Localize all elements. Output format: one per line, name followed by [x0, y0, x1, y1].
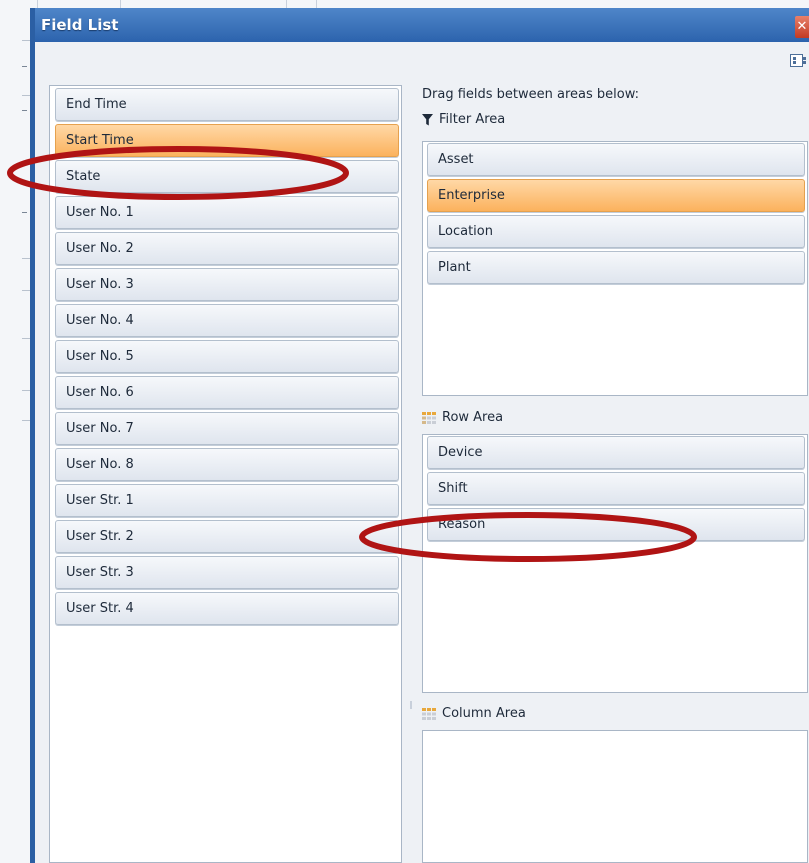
- column-area-box[interactable]: [422, 730, 808, 863]
- title-bar[interactable]: Field List ✕: [35, 8, 809, 42]
- column-area-header: Column Area: [422, 706, 526, 721]
- filter-field-plant[interactable]: Plant: [427, 251, 805, 284]
- row-area-label: Row Area: [442, 410, 504, 425]
- field-list-dialog: Field List ✕ End Time Start Time State User…: [30, 8, 809, 863]
- field-item-user-no-8[interactable]: User No. 8: [55, 448, 399, 481]
- field-item-start-time[interactable]: Start Time: [55, 124, 399, 157]
- row-area-box[interactable]: Device Shift Reason: [422, 434, 808, 693]
- background-top-strip: [38, 0, 809, 8]
- background-tick: [22, 66, 27, 67]
- filter-area-label: Filter Area: [439, 112, 506, 127]
- filter-field-asset[interactable]: Asset: [427, 143, 805, 176]
- background-separator: [316, 0, 317, 8]
- background-separator: [120, 0, 121, 8]
- filter-area-header: Filter Area: [422, 112, 505, 127]
- field-item-state[interactable]: State: [55, 160, 399, 193]
- field-list-panel[interactable]: End Time Start Time State User No. 1 User No…: [49, 85, 402, 863]
- close-button[interactable]: ✕: [795, 16, 809, 38]
- layout-toggle-icon[interactable]: [790, 54, 806, 67]
- funnel-icon: [422, 113, 433, 125]
- field-item-user-no-5[interactable]: User No. 5: [55, 340, 399, 373]
- row-field-device[interactable]: Device: [427, 436, 805, 469]
- filter-field-enterprise[interactable]: Enterprise: [427, 179, 805, 212]
- row-field-shift[interactable]: Shift: [427, 472, 805, 505]
- background-tick: [22, 212, 27, 213]
- row-field-reason[interactable]: Reason: [427, 508, 805, 541]
- row-area-header: Row Area: [422, 410, 503, 425]
- filter-field-location[interactable]: Location: [427, 215, 805, 248]
- column-area-label: Column Area: [442, 706, 526, 721]
- field-item-user-no-4[interactable]: User No. 4: [55, 304, 399, 337]
- field-item-user-str-4[interactable]: User Str. 4: [55, 592, 399, 625]
- field-item-user-no-6[interactable]: User No. 6: [55, 376, 399, 409]
- background-separator: [286, 0, 287, 8]
- field-item-user-no-2[interactable]: User No. 2: [55, 232, 399, 265]
- field-item-user-no-1[interactable]: User No. 1: [55, 196, 399, 229]
- panel-splitter[interactable]: [404, 85, 420, 863]
- column-grid-icon: [422, 707, 436, 720]
- background-tick: [22, 110, 27, 111]
- field-item-user-str-2[interactable]: User Str. 2: [55, 520, 399, 553]
- drag-hint-text: Drag fields between areas below:: [422, 87, 640, 102]
- field-item-user-str-1[interactable]: User Str. 1: [55, 484, 399, 517]
- field-item-user-no-7[interactable]: User No. 7: [55, 412, 399, 445]
- field-item-user-no-3[interactable]: User No. 3: [55, 268, 399, 301]
- dialog-title: Field List: [41, 16, 119, 34]
- filter-area-box[interactable]: Asset Enterprise Location Plant: [422, 141, 808, 396]
- field-item-end-time[interactable]: End Time: [55, 88, 399, 121]
- field-item-user-str-3[interactable]: User Str. 3: [55, 556, 399, 589]
- row-grid-icon: [422, 411, 436, 424]
